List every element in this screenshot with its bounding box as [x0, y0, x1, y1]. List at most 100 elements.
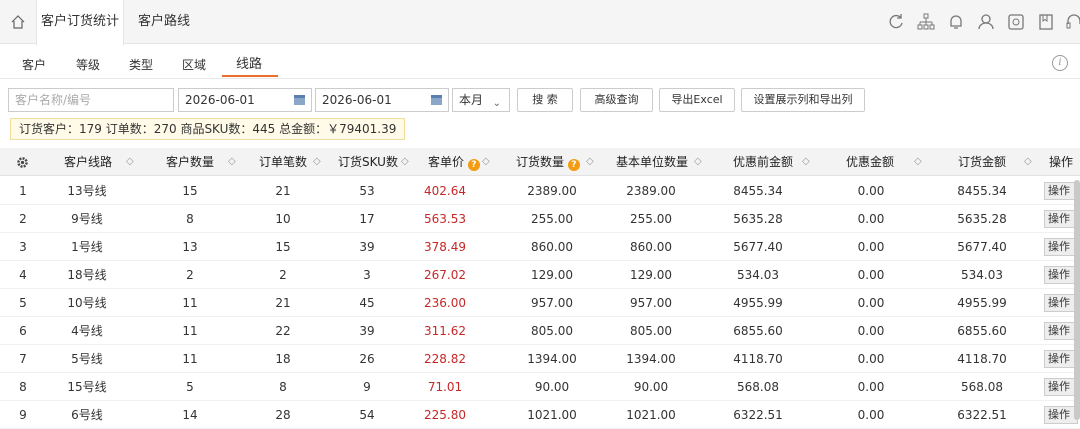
cell-orders: 21 [275, 184, 291, 198]
home-icon[interactable] [0, 0, 36, 44]
refresh-icon[interactable] [886, 12, 906, 32]
table-row[interactable]: 6 4号线 11 22 39 311.62 805.00 805.00 6855.60 0.00 6… [0, 317, 1080, 345]
scan-icon[interactable] [1006, 12, 1026, 32]
row-action-button[interactable]: 操作 [1044, 322, 1078, 340]
cell-qty: 860.00 [531, 240, 573, 254]
cell-route: 18号线 [67, 268, 107, 282]
row-action-button[interactable]: 操作 [1044, 294, 1078, 312]
row-action-button[interactable]: 操作 [1044, 378, 1078, 396]
cell-amount: 534.03 [961, 268, 1003, 282]
table-row[interactable]: 2 9号线 8 10 17 563.53 255.00 255.00 5635.28 0.00 56… [0, 205, 1080, 233]
export-excel-button[interactable]: 导出Excel [659, 88, 735, 112]
date-to-input[interactable]: 2026-06-01 [315, 88, 449, 112]
table-row[interactable]: 3 1号线 13 15 39 378.49 860.00 860.00 5677.40 0.00 5… [0, 233, 1080, 261]
help-icon[interactable]: ? [567, 159, 580, 171]
col-discount-amount[interactable]: 优惠金额 [846, 148, 894, 176]
table-row[interactable]: 9 6号线 14 28 54 225.80 1021.00 1021.00 6322.51 0.0… [0, 401, 1080, 429]
row-action-button[interactable]: 操作 [1044, 350, 1078, 368]
col-order-count[interactable]: 订单笔数 [259, 148, 307, 176]
sort-icon[interactable]: ◇ [228, 148, 236, 176]
row-action-button[interactable]: 操作 [1044, 238, 1078, 256]
sort-icon[interactable]: ◇ [802, 148, 810, 176]
subtab-region[interactable]: 区域 [178, 52, 210, 78]
help-icon[interactable]: ? [467, 159, 480, 171]
subtab-type[interactable]: 类型 [125, 52, 157, 78]
user-icon[interactable] [976, 12, 996, 32]
gear-icon[interactable] [16, 156, 29, 169]
col-sku-count[interactable]: 订货SKU数 [338, 148, 398, 176]
cell-orders: 22 [275, 324, 291, 338]
row-action-button[interactable]: 操作 [1044, 182, 1078, 200]
col-base-unit-qty[interactable]: 基本单位数量 [616, 148, 688, 176]
subtab-customer[interactable]: 客户 [18, 52, 50, 78]
sort-icon[interactable]: ◇ [914, 148, 922, 176]
cell-discount: 0.00 [857, 352, 885, 366]
sort-icon[interactable]: ◇ [401, 148, 409, 176]
col-route[interactable]: 客户线路 [64, 148, 112, 176]
top-bar: 客户订货统计 客户路线 [0, 0, 1080, 45]
sort-icon[interactable]: ◇ [313, 148, 321, 176]
sort-icon[interactable]: ◇ [126, 148, 134, 176]
cell-route: 4号线 [71, 324, 103, 338]
cell-amount: 568.08 [961, 380, 1003, 394]
cell-customers: 5 [186, 380, 194, 394]
table-row[interactable]: 5 10号线 11 21 45 236.00 957.00 957.00 4955.99 0.00… [0, 289, 1080, 317]
cell-base-qty: 90.00 [633, 380, 669, 394]
column-settings-button[interactable]: 设置展示列和导出列 [741, 88, 865, 112]
cell-pre-amt: 4118.70 [733, 352, 783, 366]
subtab-level[interactable]: 等级 [72, 52, 104, 78]
row-action-button[interactable]: 操作 [1044, 406, 1078, 424]
cell-qty: 255.00 [531, 212, 573, 226]
cell-orders: 28 [275, 408, 291, 422]
cell-idx: 2 [19, 212, 27, 226]
cell-base-qty: 129.00 [630, 268, 672, 282]
table-row[interactable]: 4 18号线 2 2 3 267.02 129.00 129.00 534.03 0.00 534.… [0, 261, 1080, 289]
col-order-qty[interactable]: 订货数量 ? [516, 148, 580, 176]
col-pre-discount-amount[interactable]: 优惠前金额 [733, 148, 793, 176]
cell-sku: 39 [359, 240, 375, 254]
info-icon[interactable]: i [1052, 55, 1068, 71]
cell-amount: 4118.70 [957, 352, 1007, 366]
sort-icon[interactable]: ◇ [482, 148, 490, 176]
col-customer-count[interactable]: 客户数量 [166, 148, 214, 176]
cell-customers: 14 [182, 408, 198, 422]
cell-avg: 563.53 [424, 212, 466, 226]
col-order-qty-label: 订货数量 [516, 155, 565, 169]
cell-amount: 5677.40 [957, 240, 1007, 254]
org-chart-icon[interactable] [916, 12, 936, 32]
cell-qty: 129.00 [531, 268, 573, 282]
table-row[interactable]: 8 15号线 5 8 9 71.01 90.00 90.00 568.08 0.00 568.08 操… [0, 373, 1080, 401]
cell-discount: 0.00 [857, 296, 885, 310]
bell-icon[interactable] [946, 12, 966, 32]
tab-customer-order-stats[interactable]: 客户订货统计 [36, 0, 124, 45]
cell-orders: 10 [275, 212, 291, 226]
cell-base-qty: 957.00 [630, 296, 672, 310]
cell-discount: 0.00 [857, 408, 885, 422]
cell-pre-amt: 534.03 [737, 268, 779, 282]
cell-discount: 0.00 [857, 380, 885, 394]
row-action-button[interactable]: 操作 [1044, 266, 1078, 284]
cell-qty: 957.00 [531, 296, 573, 310]
notebook-icon[interactable] [1036, 12, 1056, 32]
cell-pre-amt: 568.08 [737, 380, 779, 394]
cell-qty: 1021.00 [527, 408, 577, 422]
col-order-amount[interactable]: 订货金额 [958, 148, 1006, 176]
date-from-input[interactable]: 2026-06-01 [178, 88, 312, 112]
sort-icon[interactable]: ◇ [694, 148, 702, 176]
cell-idx: 3 [19, 240, 27, 254]
search-button[interactable]: 搜 索 [517, 88, 573, 112]
period-select[interactable]: 本月 ⌄ [452, 88, 510, 112]
cell-avg: 267.02 [424, 268, 466, 282]
headset-icon[interactable] [1064, 12, 1080, 32]
sort-icon[interactable]: ◇ [586, 148, 594, 176]
advanced-query-button[interactable]: 高级查询 [580, 88, 653, 112]
col-avg-price[interactable]: 客单价 ? [428, 148, 480, 176]
sort-icon[interactable]: ◇ [1024, 148, 1032, 176]
row-action-button[interactable]: 操作 [1044, 210, 1078, 228]
table-row[interactable]: 1 13号线 15 21 53 402.64 2389.00 2389.00 8455.34 0.… [0, 177, 1080, 205]
tab-customer-routes[interactable]: 客户路线 [128, 0, 200, 44]
vertical-scrollbar[interactable] [1074, 180, 1080, 420]
customer-search-input[interactable]: 客户名称/编号 [8, 88, 174, 112]
cell-base-qty: 2389.00 [626, 184, 676, 198]
table-row[interactable]: 7 5号线 11 18 26 228.82 1394.00 1394.00 4118.70 0.0… [0, 345, 1080, 373]
